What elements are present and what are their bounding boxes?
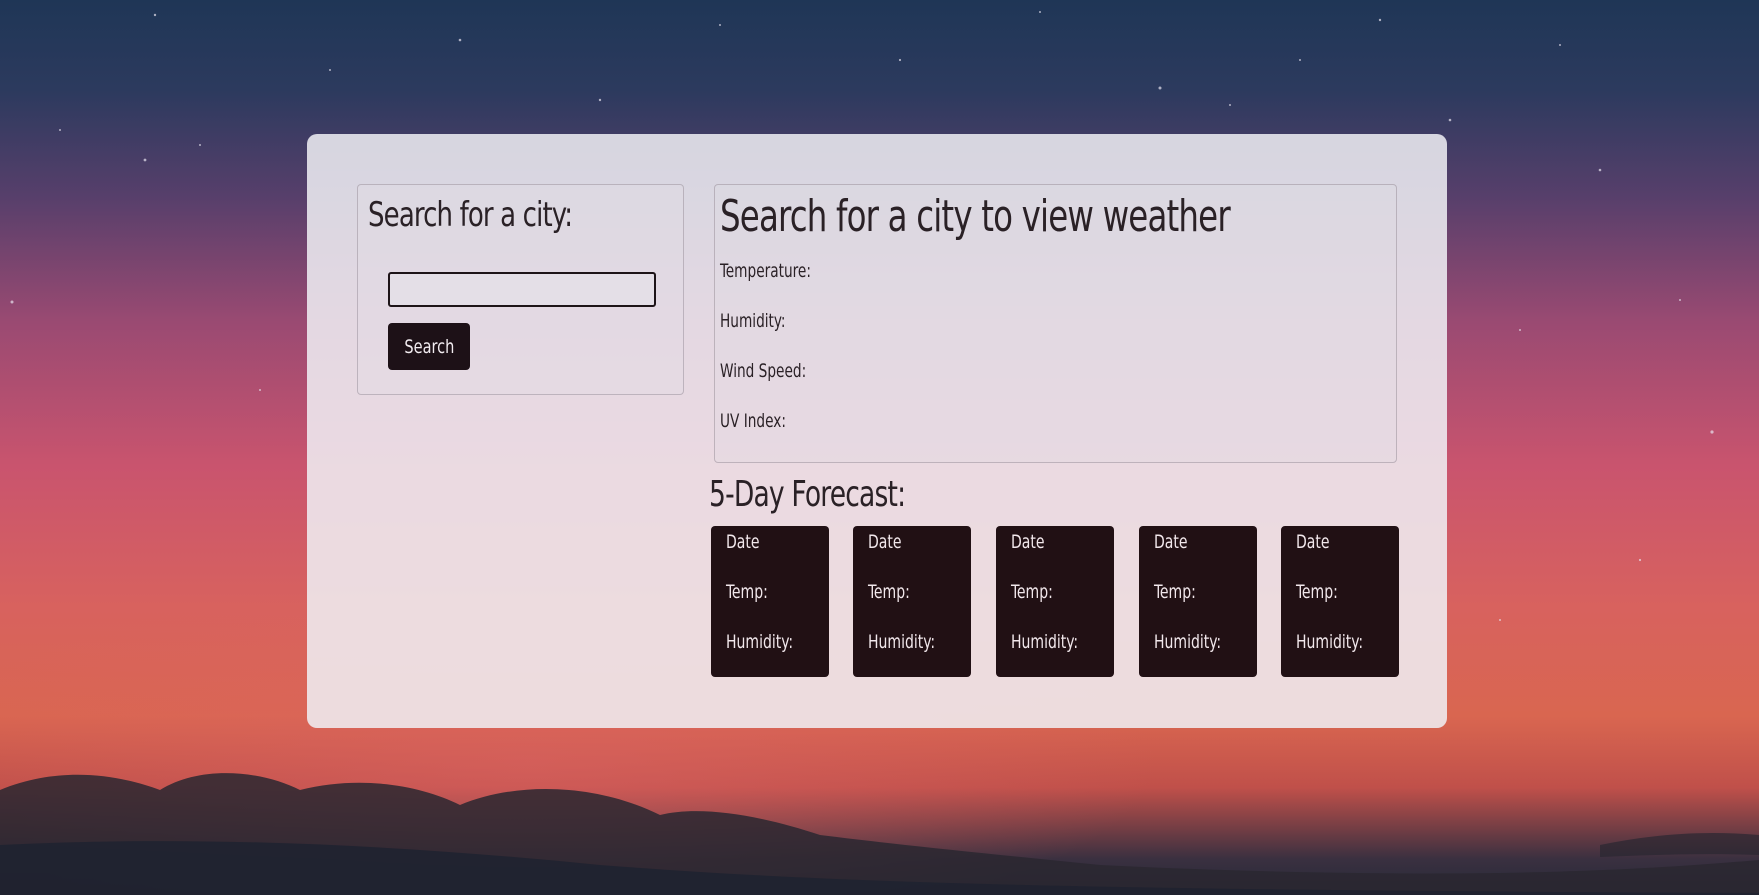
- forecast-card-day-5: Date Temp: Humidity:: [1281, 526, 1399, 677]
- forecast-humidity: Humidity:: [1296, 631, 1364, 653]
- current-weather-card: Search for a city to view weather Temper…: [714, 184, 1397, 463]
- forecast-temp: Temp:: [1011, 581, 1053, 603]
- forecast-humidity: Humidity:: [726, 631, 794, 653]
- forecast-heading: 5-Day Forecast:: [709, 474, 906, 515]
- forecast-card-day-1: Date Temp: Humidity:: [711, 526, 829, 677]
- temperature-label: Temperature:: [720, 260, 811, 282]
- forecast-temp: Temp:: [1296, 581, 1338, 603]
- main-panel: Search for a city: Search Search for a c…: [307, 134, 1447, 728]
- forecast-temp: Temp:: [1154, 581, 1196, 603]
- forecast-date: Date: [1296, 531, 1330, 553]
- wind-speed-label: Wind Speed:: [720, 360, 807, 382]
- humidity-label: Humidity:: [720, 310, 786, 332]
- city-search-input[interactable]: [388, 272, 656, 307]
- uv-index-label: UV Index:: [720, 410, 786, 432]
- forecast-card-day-2: Date Temp: Humidity:: [853, 526, 971, 677]
- forecast-date: Date: [1011, 531, 1045, 553]
- forecast-date: Date: [868, 531, 902, 553]
- forecast-temp: Temp:: [868, 581, 910, 603]
- search-card: Search for a city: Search: [357, 184, 684, 395]
- search-button[interactable]: Search: [388, 323, 470, 370]
- forecast-humidity: Humidity:: [868, 631, 936, 653]
- search-button-label: Search: [404, 335, 454, 358]
- forecast-date: Date: [726, 531, 760, 553]
- forecast-card-day-3: Date Temp: Humidity:: [996, 526, 1114, 677]
- forecast-humidity: Humidity:: [1154, 631, 1222, 653]
- forecast-date: Date: [1154, 531, 1188, 553]
- forecast-card-day-4: Date Temp: Humidity:: [1139, 526, 1257, 677]
- current-weather-heading: Search for a city to view weather: [720, 191, 1231, 242]
- forecast-humidity: Humidity:: [1011, 631, 1079, 653]
- forecast-temp: Temp:: [726, 581, 768, 603]
- search-heading: Search for a city:: [368, 195, 573, 235]
